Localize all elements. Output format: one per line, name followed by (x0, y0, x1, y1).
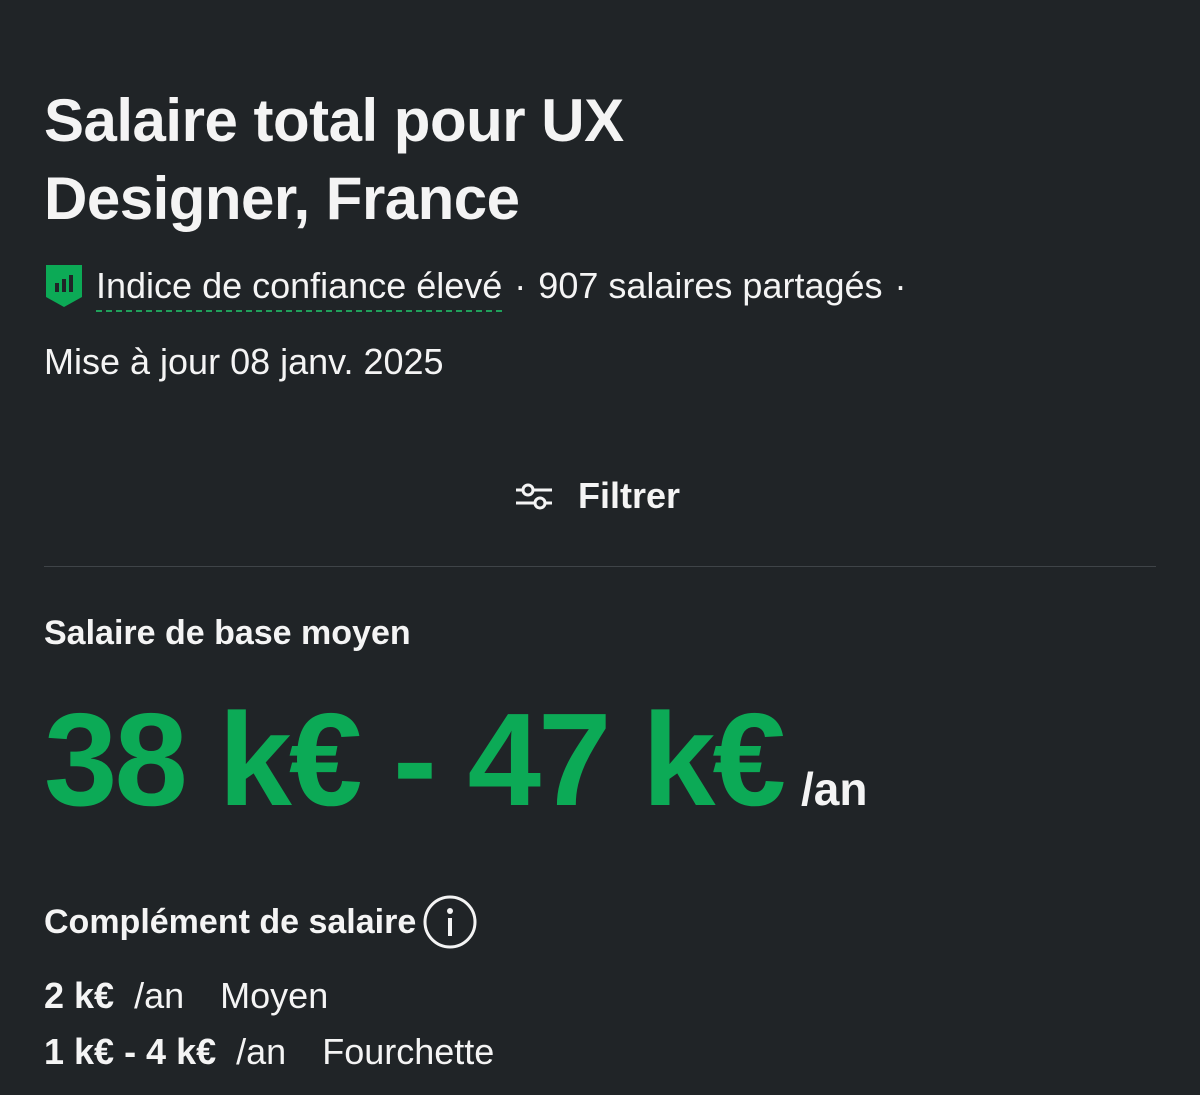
per-year-unit: /an (800, 763, 868, 815)
supplement-label: Complément de salaire (44, 902, 417, 941)
confidence-shield-icon (46, 265, 82, 307)
divider (44, 566, 1156, 567)
separator: · (514, 265, 527, 306)
base-salary-range: 38 k€ - 47 k€ /an (44, 690, 867, 830)
sliders-icon (516, 483, 552, 510)
confidence-link[interactable]: Indice de confiance élevé (96, 262, 502, 310)
base-salary-label: Salaire de base moyen (44, 614, 411, 652)
meta-line: Indice de confiance élevé · 907 salaires… (44, 262, 919, 310)
supplement-average-unit: /an (134, 975, 185, 1016)
supplement-header: Complément de salaire (44, 894, 478, 950)
supplement-average-row: 2 k€ /an Moyen (44, 974, 328, 1018)
supplement-average-value: 2 k€ (44, 975, 115, 1016)
filter-button[interactable]: Filtrer (514, 475, 680, 517)
filter-label: Filtrer (578, 475, 681, 516)
info-icon[interactable] (422, 894, 478, 950)
supplement-average-label: Moyen (220, 975, 329, 1016)
salary-range-value: 38 k€ - 47 k€ (44, 686, 786, 833)
supplement-range-row: 1 k€ - 4 k€ /an Fourchette (44, 1030, 494, 1074)
supplement-range-label: Fourchette (322, 1031, 495, 1072)
page-title: Salaire total pour UX Designer, France (44, 87, 624, 232)
shared-count: 907 salaires partagés (538, 265, 883, 306)
supplement-range-value: 1 k€ - 4 k€ (44, 1031, 217, 1072)
separator: · (894, 265, 907, 306)
supplement-range-unit: /an (236, 1031, 287, 1072)
update-date: Mise à jour 08 janv. 2025 (44, 341, 444, 382)
